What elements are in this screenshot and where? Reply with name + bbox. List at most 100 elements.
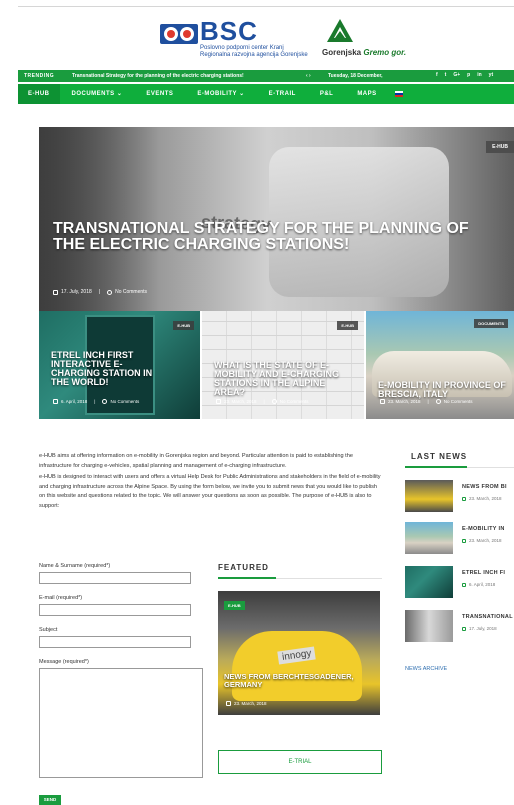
card-title[interactable]: E-MOBILITY IN PROVINCE OF BRESCIA, ITALY	[378, 381, 514, 399]
list-item[interactable]: NEWS FROM BI 23. March, 2018	[405, 480, 514, 514]
google-plus-icon[interactable]: G+	[453, 72, 460, 78]
calendar-icon	[380, 399, 385, 404]
trending-headline[interactable]: Transnational Strategy for the planning …	[72, 73, 244, 79]
bsc-logo-subtitle: Poslovno podporni center Kranj Regionaln…	[200, 45, 308, 59]
nav-item-maps[interactable]: MAPS	[345, 84, 388, 104]
calendar-icon	[462, 538, 466, 543]
trending-arrows-icon[interactable]: ‹ ›	[306, 73, 311, 79]
subject-field[interactable]	[39, 636, 191, 648]
email-field[interactable]	[39, 604, 191, 616]
hero-title[interactable]: TRANSNATIONAL STRATEGY FOR THE PLANNING …	[53, 221, 473, 253]
facebook-icon[interactable]: f	[436, 72, 438, 78]
gorenjska-logo[interactable]: Gorenjska Gremo gor.	[322, 18, 412, 62]
news-thumbnail[interactable]	[405, 610, 453, 642]
card-date: 23. March, 2018	[388, 399, 421, 404]
name-field[interactable]	[39, 572, 191, 584]
contact-form: Name & Surname (required*) E-mail (requi…	[39, 563, 204, 778]
hero-meta: 17. July, 2018 | No Comments	[53, 289, 147, 295]
card-date: 6. April, 2018	[61, 399, 88, 404]
post-card[interactable]: E-HUB ETREL INCH FIRST INTERACTIVE E-CHA…	[39, 311, 200, 419]
list-item[interactable]: ETREL INCH FI 6. April, 2018	[405, 566, 514, 600]
intro-paragraph-1: e-HUB aims at offering information on e-…	[39, 453, 353, 469]
email-label: E-mail (required*)	[39, 595, 83, 601]
bsc-logo[interactable]: BSC Poslovno podporni center Kranj Regio…	[160, 16, 320, 64]
nav-item-events[interactable]: EVENTS	[134, 84, 185, 104]
news-thumbnail[interactable]	[405, 566, 453, 598]
hero-comments[interactable]: No Comments	[115, 289, 147, 295]
post-card[interactable]: E-HUB WHAT IS THE STATE OF E-MOBILITY AN…	[202, 311, 364, 419]
linkedin-icon[interactable]: in	[477, 72, 481, 78]
card-meta: 23. March, 2018 | No Comments	[380, 399, 472, 404]
youtube-icon[interactable]: yt	[489, 72, 493, 78]
nav-item-pl[interactable]: P&L	[308, 84, 346, 104]
e-trial-button[interactable]: E-TRIAL	[218, 750, 382, 774]
news-archive-link[interactable]: NEWS ARCHIVE	[405, 666, 447, 672]
name-label: Name & Surname (required*)	[39, 563, 111, 569]
card-meta: 23. March, 2018 | No Comments	[216, 399, 308, 404]
featured-heading: FEATURED	[218, 563, 269, 572]
gorenjska-mark-icon	[327, 19, 353, 42]
card-title[interactable]: ETREL INCH FIRST INTERACTIVE E-CHARGING …	[51, 351, 171, 387]
card-meta: 6. April, 2018 | No Comments	[53, 399, 139, 404]
current-date: Tuesday, 18 December,	[328, 73, 383, 79]
card-category-tag[interactable]: E-HUB	[337, 321, 358, 330]
hero-category-tag[interactable]: E-HUB	[486, 141, 514, 153]
hero-post[interactable]: strategy E-HUB TRANSNATIONAL STRATEGY FO…	[39, 127, 514, 311]
social-links: f t G+ p in yt	[436, 72, 493, 78]
featured-category-tag[interactable]: E-HUB	[224, 601, 245, 610]
news-title[interactable]: TRANSNATIONAL	[462, 614, 513, 620]
pinterest-icon[interactable]: p	[467, 72, 470, 78]
card-comments[interactable]: No Comments	[110, 399, 139, 404]
post-card[interactable]: DOCUMENTS E-MOBILITY IN PROVINCE OF BRES…	[366, 311, 514, 419]
list-item[interactable]: TRANSNATIONAL 17. July, 2018	[405, 610, 514, 644]
featured-title[interactable]: NEWS FROM BERCHTESGADENER, GERMANY	[224, 673, 374, 689]
card-category-tag[interactable]: E-HUB	[173, 321, 194, 330]
news-date: 17. July, 2018	[462, 626, 497, 631]
main-nav: E-HUB DOCUMENTS ⌄ EVENTS E-MOBILITY ⌄ E-…	[18, 84, 514, 104]
calendar-icon	[53, 289, 58, 295]
news-date: 6. April, 2018	[462, 582, 495, 587]
news-date: 23. March, 2018	[462, 538, 502, 543]
intro-paragraph-2: e-HUB is designed to interact with users…	[39, 474, 381, 509]
send-button[interactable]: SEND	[39, 795, 61, 805]
calendar-icon	[462, 582, 466, 587]
twitter-icon[interactable]: t	[445, 72, 447, 78]
card-title[interactable]: WHAT IS THE STATE OF E-MOBILITY AND E-CH…	[214, 361, 354, 397]
news-title[interactable]: E-MOBILITY IN	[462, 526, 505, 532]
news-title[interactable]: ETREL INCH FI	[462, 570, 505, 576]
bsc-logo-text: BSC	[200, 16, 258, 46]
message-field[interactable]	[39, 668, 203, 778]
bsc-mark-icon	[160, 24, 198, 44]
language-flag-icon[interactable]	[394, 91, 403, 97]
comment-icon	[107, 289, 113, 295]
bsc-subtitle-line2: Regionalna razvojna agencija Gorenjske	[200, 52, 308, 58]
news-thumbnail[interactable]	[405, 480, 453, 512]
card-category-tag[interactable]: DOCUMENTS	[474, 319, 508, 328]
calendar-icon	[216, 399, 221, 404]
calendar-icon	[462, 626, 466, 631]
comment-icon	[102, 399, 108, 404]
card-comments[interactable]: No Comments	[444, 399, 473, 404]
news-title[interactable]: NEWS FROM BI	[462, 484, 507, 490]
nav-item-e-hub[interactable]: E-HUB	[18, 84, 60, 104]
news-thumbnail[interactable]	[405, 522, 453, 554]
featured-divider	[218, 577, 382, 579]
subject-label: Subject	[39, 627, 58, 633]
calendar-icon	[226, 701, 231, 706]
nav-item-documents[interactable]: DOCUMENTS ⌄	[60, 84, 135, 104]
nav-item-e-trail[interactable]: E-TRAIL	[257, 84, 308, 104]
trending-label: TRENDING	[24, 73, 55, 79]
featured-post[interactable]: innogy E-HUB NEWS FROM BERCHTESGADENER, …	[218, 591, 380, 715]
featured-date: 23. March, 2018	[234, 701, 267, 706]
bsc-subtitle-line1: Poslovno podporni center Kranj	[200, 45, 284, 51]
card-comments[interactable]: No Comments	[280, 399, 309, 404]
intro-text: e-HUB aims at offering information on e-…	[39, 452, 381, 513]
last-news-heading: LAST NEWS	[411, 452, 468, 461]
comment-icon	[435, 399, 441, 404]
last-news-divider	[405, 466, 514, 468]
top-divider	[18, 6, 514, 7]
list-item[interactable]: E-MOBILITY IN 23. March, 2018	[405, 522, 514, 556]
gorenjska-logo-text: Gorenjska Gremo gor.	[322, 48, 407, 57]
nav-item-e-mobility[interactable]: E-MOBILITY ⌄	[185, 84, 256, 104]
featured-meta: 23. March, 2018	[226, 701, 267, 706]
